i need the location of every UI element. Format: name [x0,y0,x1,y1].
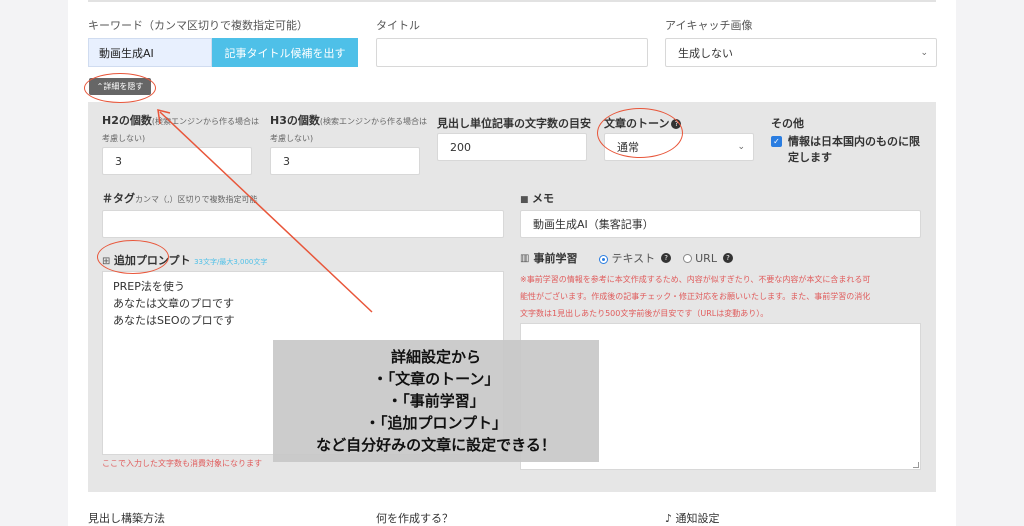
caption-line: ・「追加プロンプト」 [364,414,508,432]
caption-line: ・「事前学習」 [387,392,485,410]
caption-line: など自分好みの文章に設定できる！ [316,436,556,454]
caption-overlay: 詳細設定から ・「文章のトーン」 ・「事前学習」 ・「追加プロンプト」 など自分… [273,340,599,462]
caption-line: ・「文章のトーン」 [372,370,500,388]
caption-line: 詳細設定から [390,348,481,366]
